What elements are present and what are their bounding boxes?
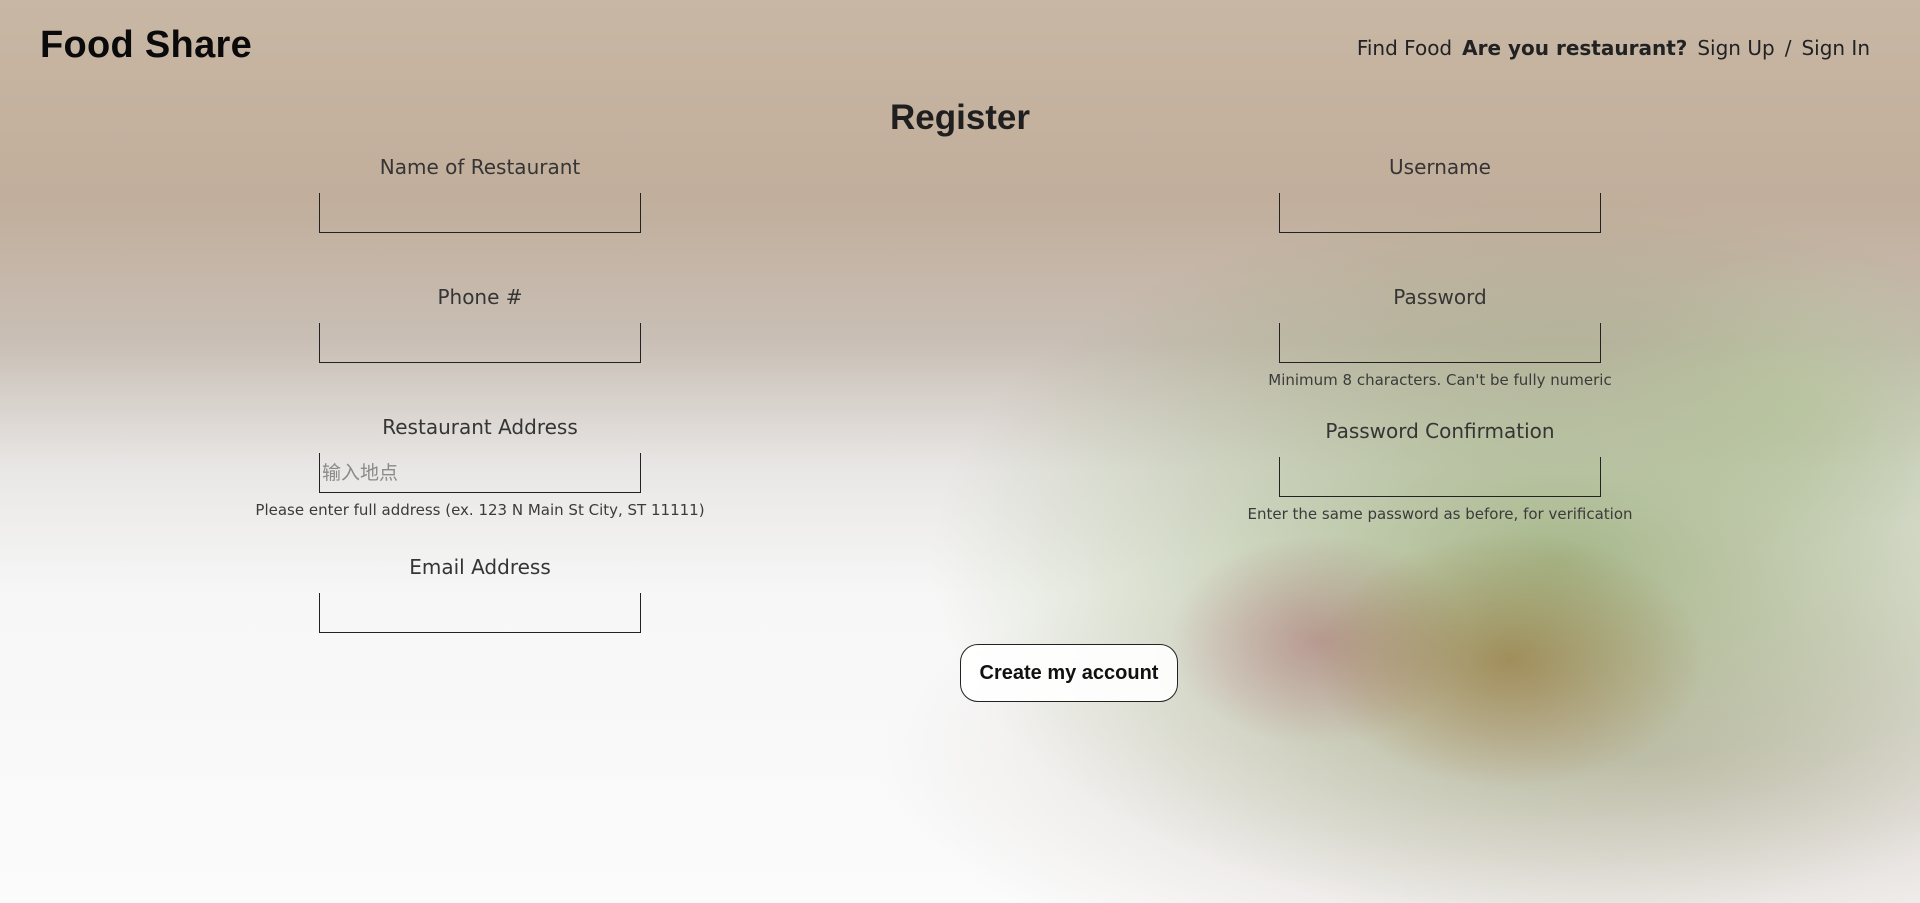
username-field: Username — [1200, 152, 1680, 233]
restaurant-name-label: Name of Restaurant — [379, 155, 581, 179]
restaurant-name-input[interactable] — [319, 193, 641, 233]
email-field: Email Address — [240, 552, 720, 633]
restaurant-address-field: Restaurant Address Please enter full add… — [240, 412, 720, 519]
page-title: Register — [889, 98, 1031, 137]
nav-are-you-restaurant-link[interactable]: Are you restaurant? — [1462, 36, 1687, 60]
restaurant-name-field: Name of Restaurant — [240, 152, 720, 233]
password-confirmation-input[interactable] — [1279, 457, 1601, 497]
restaurant-address-label: Restaurant Address — [382, 415, 578, 439]
nav-find-food-link[interactable]: Find Food — [1357, 36, 1452, 60]
phone-input[interactable] — [319, 323, 641, 363]
create-account-button[interactable]: Create my account — [960, 644, 1178, 702]
phone-field: Phone # — [240, 282, 720, 363]
username-input[interactable] — [1279, 193, 1601, 233]
nav-sign-up-link[interactable]: Sign Up — [1697, 36, 1774, 60]
email-label: Email Address — [409, 555, 551, 579]
password-confirmation-hint: Enter the same password as before, for v… — [1247, 505, 1633, 523]
password-confirmation-field: Password Confirmation Enter the same pas… — [1200, 416, 1680, 523]
email-input[interactable] — [319, 593, 641, 633]
password-confirmation-label: Password Confirmation — [1325, 419, 1555, 443]
nav-sign-in-link[interactable]: Sign In — [1801, 36, 1870, 60]
password-field: Password Minimum 8 characters. Can't be … — [1200, 282, 1680, 389]
password-hint: Minimum 8 characters. Can't be fully num… — [1268, 371, 1612, 389]
password-label: Password — [1393, 285, 1487, 309]
page: Food Share Find Food Are you restaurant?… — [0, 0, 1920, 903]
password-input[interactable] — [1279, 323, 1601, 363]
restaurant-address-hint: Please enter full address (ex. 123 N Mai… — [255, 501, 705, 519]
restaurant-address-input[interactable] — [319, 453, 641, 493]
top-nav: Find Food Are you restaurant? Sign Up / … — [1357, 36, 1870, 60]
nav-separator: / — [1784, 36, 1792, 60]
username-label: Username — [1389, 155, 1491, 179]
phone-label: Phone # — [437, 285, 523, 309]
logo[interactable]: Food Share — [40, 24, 252, 67]
